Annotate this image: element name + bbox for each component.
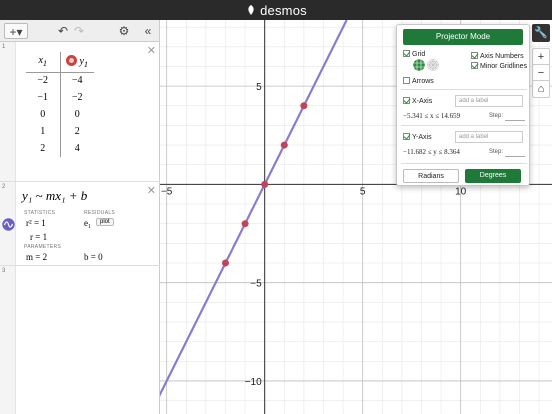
empty-expression[interactable]: 3: [0, 266, 160, 414]
y-tick-label: 5: [256, 82, 262, 93]
graph-settings-panel: Projector Mode Grid Axis Numbers Minor G…: [396, 24, 530, 186]
desmos-app: desmos +▾ ↶ ↷ ⚙ « 1 ✕ x1 y1 −2 −4 −1 −2 …: [0, 0, 552, 414]
r-value: r = 1: [30, 232, 48, 242]
redo-icon[interactable]: ↷: [72, 23, 86, 39]
table-cell[interactable]: 4: [60, 140, 94, 157]
checkbox-checked-icon[interactable]: [471, 52, 478, 59]
radians-button[interactable]: Radians: [403, 169, 459, 183]
checkbox-checked-icon[interactable]: [403, 50, 410, 57]
table-cell[interactable]: 2: [26, 140, 61, 157]
table-cell[interactable]: 2: [60, 123, 94, 140]
x-tick-label: −5: [161, 186, 173, 197]
minor-gridlines-checkbox[interactable]: Minor Gridlines: [471, 62, 527, 71]
data-point: [300, 102, 308, 110]
divider: [401, 89, 527, 90]
expression-index: 2: [2, 184, 6, 190]
data-point: [241, 220, 249, 228]
series-color-icon[interactable]: [66, 54, 78, 66]
checkbox-unchecked-icon[interactable]: [403, 77, 410, 84]
x-step-label: Step:: [489, 113, 504, 119]
table-cell[interactable]: −1: [26, 89, 61, 106]
checkbox-checked-icon[interactable]: [403, 97, 410, 104]
x-range[interactable]: −5.341 ≤ x ≤ 14.659: [403, 112, 460, 120]
y-axis-checkbox[interactable]: Y-Axis: [403, 133, 432, 142]
grid-checkbox[interactable]: Grid: [403, 50, 425, 59]
brand: desmos: [0, 3, 552, 18]
x-tick-label: 5: [360, 186, 366, 197]
y-axis-label-input[interactable]: add a label: [455, 131, 523, 143]
delete-expression-icon[interactable]: ✕: [147, 44, 156, 57]
regression-line: [160, 20, 348, 397]
collapse-panel-icon[interactable]: «: [140, 23, 156, 39]
table-row: −2 −4: [26, 72, 94, 89]
table-cell[interactable]: 0: [26, 106, 61, 123]
x-axis-label-input[interactable]: add a label: [455, 95, 523, 107]
table-header-x[interactable]: x1: [26, 52, 61, 73]
table-cell[interactable]: −2: [26, 72, 61, 89]
table-cell[interactable]: −2: [60, 89, 94, 106]
brand-name: desmos: [260, 3, 307, 18]
expression-gutter: 3: [0, 266, 16, 414]
checkbox-checked-icon[interactable]: [403, 133, 410, 140]
data-point: [261, 180, 269, 188]
statistics-label: STATISTICS: [24, 210, 56, 216]
undo-icon[interactable]: ↶: [56, 23, 70, 39]
y-step-input[interactable]: [505, 156, 525, 157]
expression-index: 1: [2, 44, 6, 50]
divider: [401, 125, 527, 126]
arrows-checkbox[interactable]: Arrows: [403, 77, 434, 86]
residuals-label: RESIDUALS: [84, 210, 116, 216]
projector-mode-button[interactable]: Projector Mode: [403, 29, 523, 45]
home-icon[interactable]: ⌂: [532, 80, 550, 98]
table-row: 1 2: [26, 123, 94, 140]
polar-grid-icon[interactable]: [427, 59, 439, 71]
y-step-label: Step:: [489, 149, 504, 155]
table-row: 0 0: [26, 106, 94, 123]
data-point: [221, 259, 229, 267]
delete-expression-icon[interactable]: ✕: [147, 184, 156, 197]
regression-expression[interactable]: 2 ✕ y₁ ~ mx₁ + b STATISTICS RESIDUALS r²…: [0, 182, 160, 266]
gear-icon[interactable]: ⚙: [116, 23, 132, 39]
regression-formula[interactable]: y₁ ~ mx₁ + b: [22, 188, 87, 204]
y-range[interactable]: −11.682 ≤ y ≤ 8.364: [403, 148, 460, 156]
table-row: 2 4: [26, 140, 94, 157]
param-m-value: m = 2: [26, 252, 48, 262]
data-table: x1 y1 −2 −4 −1 −2 0 0 1 2 2 4: [26, 52, 94, 157]
table-cell[interactable]: −4: [60, 72, 94, 89]
degrees-button[interactable]: Degrees: [465, 169, 521, 183]
table-cell[interactable]: 0: [60, 106, 94, 123]
table-expression[interactable]: 1 ✕ x1 y1 −2 −4 −1 −2 0 0 1 2 2 4: [0, 42, 160, 182]
r-squared-value: r² = 1: [26, 218, 46, 228]
axis-numbers-checkbox[interactable]: Axis Numbers: [471, 52, 524, 61]
table-cell[interactable]: 1: [26, 123, 61, 140]
add-item-button[interactable]: +▾: [4, 23, 28, 39]
x-step-input[interactable]: [505, 120, 525, 121]
header-bar: desmos: [0, 0, 552, 20]
residual-variable: e₁: [84, 218, 92, 228]
regression-wave-icon[interactable]: [2, 218, 15, 231]
param-b-value: b = 0: [84, 252, 103, 262]
expression-toolbar: +▾ ↶ ↷ ⚙ «: [0, 20, 160, 42]
y-tick-label: −5: [250, 279, 262, 290]
x-axis-checkbox[interactable]: X-Axis: [403, 97, 432, 106]
divider: [401, 163, 527, 164]
wrench-icon[interactable]: 🔧: [532, 24, 550, 42]
expression-index: 3: [2, 268, 6, 274]
table-row: −1 −2: [26, 89, 94, 106]
plot-residuals-button[interactable]: plot: [96, 218, 114, 226]
checkbox-checked-icon[interactable]: [471, 62, 478, 69]
expression-list: 1 ✕ x1 y1 −2 −4 −1 −2 0 0 1 2 2 4 2 ✕ y₁…: [0, 42, 160, 414]
data-point: [280, 141, 288, 149]
table-header-y[interactable]: y1: [60, 52, 94, 73]
expression-gutter: 1: [0, 42, 16, 181]
desmos-logo-icon: [248, 5, 254, 15]
cartesian-grid-icon[interactable]: [413, 59, 425, 71]
x-tick-label: 10: [455, 186, 467, 197]
parameters-label: PARAMETERS: [24, 244, 62, 250]
y-tick-label: −10: [245, 377, 262, 388]
